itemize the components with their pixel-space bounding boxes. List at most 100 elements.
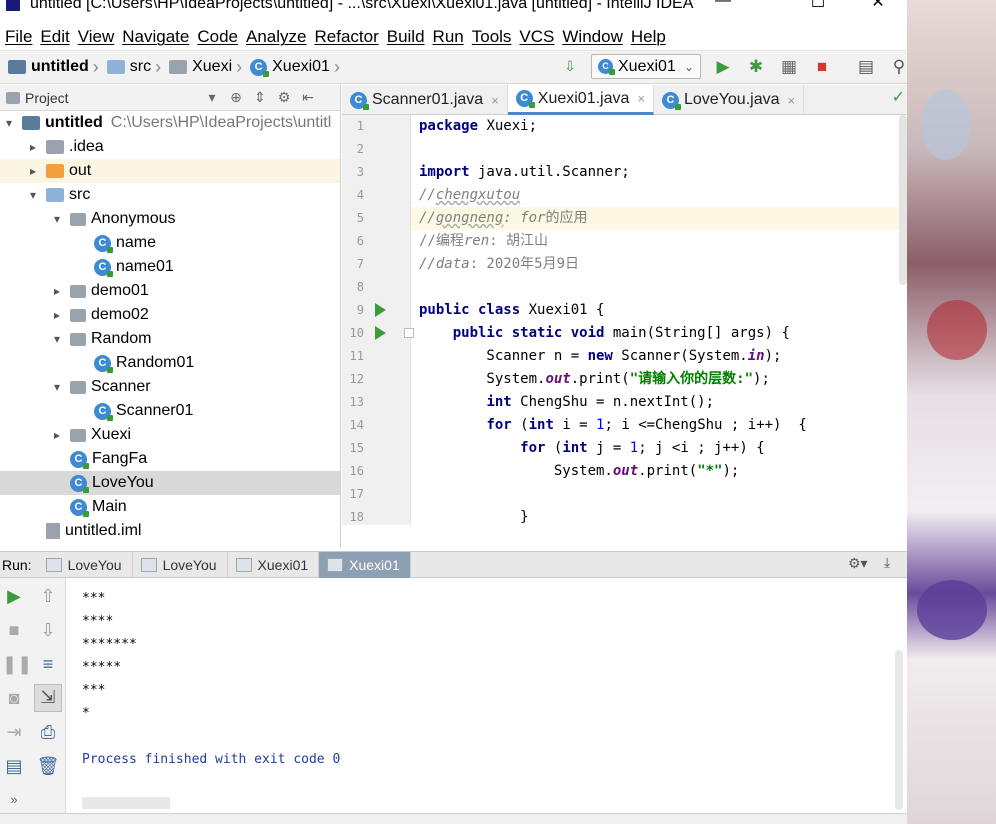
tree-item[interactable]: ▾ Random [0,327,340,351]
pause-icon[interactable]: ❚❚ [2,652,32,676]
menu-analyze[interactable]: Analyze [245,27,313,47]
locate-target-icon[interactable]: ⊕ [224,89,248,106]
code-line[interactable] [411,276,907,299]
code-line[interactable]: } [411,506,907,525]
chevron-right-icon[interactable]: ▸ [50,284,64,298]
tab-loveyou[interactable]: C LoveYou.java × [654,85,805,115]
menu-navigate[interactable]: Navigate [121,27,196,47]
tree-item[interactable]: untitled.iml [0,519,340,543]
gear-icon[interactable]: ⚙ [272,89,296,106]
arrow-down-icon[interactable]: ⇩ [36,618,60,642]
code-line[interactable]: public class Xuexi01 { [411,299,907,322]
run-tab-xuexi01-2[interactable]: Xuexi01 [319,551,411,578]
chevron-down-icon[interactable]: ▾ [50,380,64,394]
soft-wrap-icon[interactable]: ≡ [36,652,60,676]
code-line[interactable]: //编程ren: 胡江山 [411,230,907,253]
menu-run[interactable]: Run [432,27,471,47]
dump-threads-icon[interactable]: ◙ [2,686,26,710]
gear-icon[interactable]: ⚙▾ [848,555,868,572]
tree-item[interactable]: C FangFa [0,447,340,471]
editor-scrollbar[interactable] [899,115,907,285]
close-window-button[interactable]: ✕ [855,0,901,16]
code-line[interactable]: package Xuexi; [411,115,907,138]
chevron-down-icon[interactable]: ▾ [50,332,64,346]
hide-panel-icon[interactable]: ⇤ [296,89,320,106]
restore-layout-icon[interactable]: ▤ [2,754,26,778]
chevron-down-icon[interactable]: ▾ [50,212,64,226]
menu-build[interactable]: Build [386,27,432,47]
exit-icon[interactable]: ⇥ [2,720,26,744]
code-line[interactable] [411,138,907,161]
code-line[interactable]: for (int i = 1; i <=ChengShu ; i++) { [411,414,907,437]
code-line[interactable]: Scanner n = new Scanner(System.in); [411,345,907,368]
tree-item[interactable]: C LoveYou [0,471,340,495]
code-line[interactable]: System.out.print("*"); [411,460,907,483]
menu-help[interactable]: Help [630,27,673,47]
code-line[interactable]: for (int j = 1; j <i ; j++) { [411,437,907,460]
close-tab-icon[interactable]: × [491,93,499,108]
breadcrumb-xuexi01[interactable]: C Xuexi01 › [250,57,344,78]
chevron-down-icon[interactable]: ▾ [2,116,16,130]
tree-item[interactable]: ▸ demo01 [0,279,340,303]
code-line[interactable]: System.out.print("请输入你的层数:"); [411,368,907,391]
run-icon[interactable]: ▶ [712,56,734,78]
inspection-ok-icon[interactable]: ✓ [892,87,905,107]
chevron-right-icon[interactable]: ▸ [26,164,40,178]
tree-item[interactable]: ▾ untitled C:\Users\HP\IdeaProjects\untitl [0,111,340,135]
tree-item[interactable]: Cname01 [0,255,340,279]
coverage-icon[interactable]: ▦ [778,56,800,78]
close-tab-icon[interactable]: × [637,91,645,106]
run-tab-loveyou-1[interactable]: LoveYou [38,551,133,578]
tree-item[interactable]: C Main [0,495,340,519]
build-project-icon[interactable]: ⇩ [559,56,581,78]
tree-item[interactable]: C Random01 [0,351,340,375]
chevron-down-icon[interactable]: ▾ [200,89,224,106]
menu-file[interactable]: File [4,27,39,47]
breadcrumb-untitled[interactable]: untitled › [8,57,103,78]
run-tab-loveyou-2[interactable]: LoveYou [133,551,228,578]
tab-xuexi01[interactable]: C Xuexi01.java × [507,85,654,115]
maximize-button[interactable]: ☐ [795,0,841,16]
run-main-icon[interactable] [375,326,386,340]
console-output[interactable]: *** **** ******* ***** *** * Process fin… [66,578,907,813]
console-horizontal-scrollbar[interactable] [82,797,170,809]
hide-panel-icon[interactable]: ⤓ [884,554,890,571]
debug-icon[interactable]: ✱ [745,56,767,78]
run-tab-xuexi01-1[interactable]: Xuexi01 [228,551,320,578]
tree-item[interactable]: ▸ demo02 [0,303,340,327]
tree-item[interactable]: ▸ .idea [0,135,340,159]
menu-refactor[interactable]: Refactor [313,27,385,47]
minimize-button[interactable]: — [700,0,746,16]
menu-edit[interactable]: Edit [39,27,76,47]
project-structure-icon[interactable]: ▤ [855,56,877,78]
tree-item[interactable]: C Scanner01 [0,399,340,423]
search-icon[interactable]: ⚲ [888,56,907,78]
tree-item[interactable]: ▾ src [0,183,340,207]
code-line[interactable]: public static void main(String[] args) { [411,322,907,345]
collapse-all-icon[interactable]: ⇕ [248,89,272,106]
scroll-to-end-icon[interactable]: ⇲ [34,684,62,712]
chevron-right-icon[interactable]: ▸ [50,308,64,322]
code-line[interactable]: //chengxutou [411,184,907,207]
menu-view[interactable]: View [77,27,122,47]
menu-vcs[interactable]: VCS [518,27,561,47]
print-icon[interactable]: ⎙ [36,720,60,744]
project-panel-title[interactable]: Project [25,90,69,106]
rerun-icon[interactable]: ▶ [2,584,26,608]
console-vertical-scrollbar[interactable] [895,650,903,810]
menu-tools[interactable]: Tools [471,27,519,47]
run-configuration-select[interactable]: C Xuexi01 ⌄ [591,54,701,79]
tree-item[interactable]: ▾ Anonymous [0,207,340,231]
menu-code[interactable]: Code [196,27,245,47]
code-line-current[interactable]: //gongneng: for的应用 [411,207,907,230]
code-line[interactable]: int ChengShu = n.nextInt(); [411,391,907,414]
breadcrumb-xuexi[interactable]: Xuexi › [169,57,246,78]
stop-icon[interactable]: ■ [811,56,833,78]
code-line[interactable]: import java.util.Scanner; [411,161,907,184]
chevron-right-icon[interactable]: ▸ [50,428,64,442]
arrow-up-icon[interactable]: ⇧ [36,584,60,608]
stop-icon[interactable]: ■ [2,618,26,642]
code-line[interactable]: //data: 2020年5月9日 [411,253,907,276]
menu-window[interactable]: Window [561,27,629,47]
close-tab-icon[interactable]: × [788,93,796,108]
